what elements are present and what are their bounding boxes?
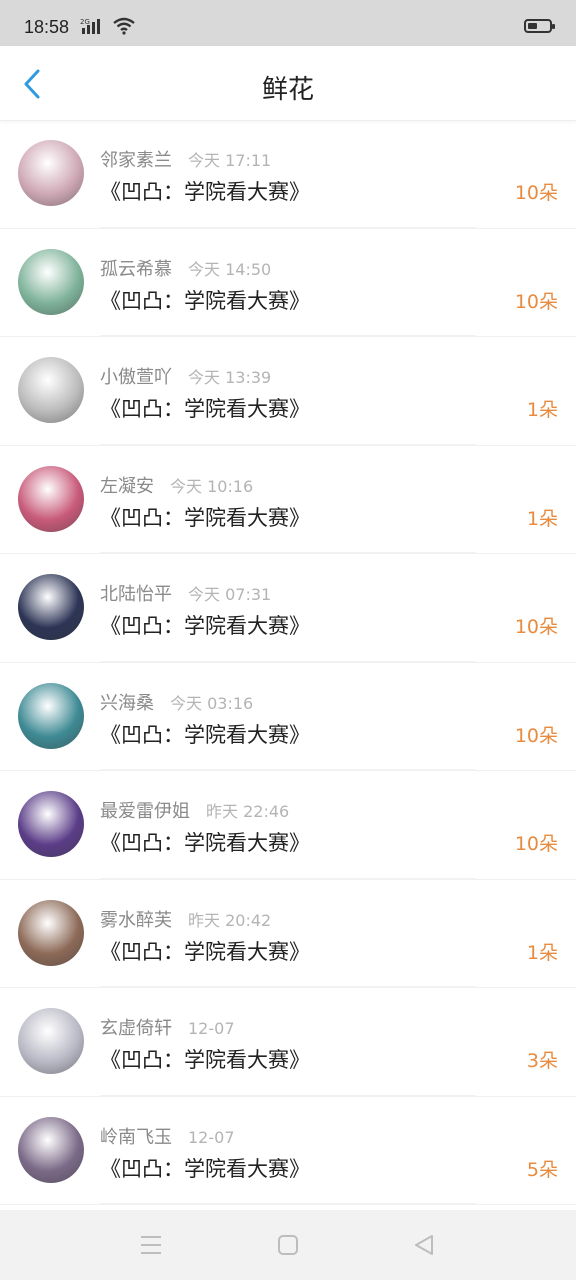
list-item[interactable]: 雾水醉芙 昨天 20:42 《凹凸：学院看大赛》 1朵 (0, 880, 576, 988)
list-item[interactable]: 北陆怡平 今天 07:31 《凹凸：学院看大赛》 10朵 (0, 554, 576, 663)
timestamp: 12-07 (188, 1127, 235, 1147)
divider (100, 1203, 476, 1204)
list-item[interactable]: 邻家素兰 今天 17:11 《凹凸：学院看大赛》 10朵 (0, 120, 576, 229)
status-icons: 2G (80, 17, 136, 39)
user-name-line: 岭南飞玉 12-07 (100, 1123, 235, 1149)
list-item[interactable]: 小傲萱吖 今天 13:39 《凹凸：学院看大赛》 1朵 (0, 337, 576, 446)
work-title[interactable]: 《凹凸：学院看大赛》 (100, 176, 310, 206)
divider (100, 552, 476, 553)
avatar[interactable] (18, 140, 84, 206)
status-time: 18:58 (24, 17, 70, 37)
battery-icon (524, 19, 555, 33)
flower-count: 10朵 (514, 833, 558, 855)
avatar[interactable] (18, 791, 84, 857)
flower-count: 10朵 (514, 724, 558, 747)
home-icon[interactable] (275, 1232, 301, 1258)
work-title[interactable]: 《凹凸：学院看大赛》 (100, 502, 310, 532)
flower-count: 10朵 (514, 182, 558, 204)
work-title[interactable]: 《凹凸：学院看大赛》 (100, 719, 310, 749)
work-title[interactable]: 《凹凸：学院看大赛》 (100, 1153, 310, 1183)
wifi-icon (112, 16, 136, 40)
user-name[interactable]: 孤云希慕 (100, 259, 172, 280)
user-name-line: 雾水醉芙 昨天 20:42 (100, 906, 271, 932)
timestamp: 今天 14:50 (188, 259, 272, 279)
list-item[interactable]: 岭南飞玉 12-07 《凹凸：学院看大赛》 5朵 (0, 1097, 576, 1205)
work-title[interactable]: 《凹凸：学院看大赛》 (100, 285, 310, 315)
header: 鲜花 (0, 46, 576, 121)
list-item[interactable]: 孤云希慕 今天 14:50 《凹凸：学院看大赛》 10朵 (0, 229, 576, 337)
user-name[interactable]: 最爱雷伊姐 (100, 801, 190, 822)
flower-count: 10朵 (514, 616, 558, 638)
avatar[interactable] (18, 682, 84, 749)
page-title: 鲜花 (261, 75, 314, 105)
avatar[interactable] (18, 574, 84, 640)
flower-count: 1朵 (526, 399, 558, 421)
user-name-line: 北陆怡平 今天 07:31 (100, 580, 271, 606)
timestamp: 12-07 (188, 1019, 235, 1038)
avatar[interactable] (18, 1116, 84, 1183)
signal-icon: 2G (80, 16, 106, 40)
divider (100, 769, 476, 770)
list-item[interactable]: 玄虚倚轩 12-07 《凹凸：学院看大赛》 3朵 (0, 988, 576, 1097)
timestamp: 今天 07:31 (188, 585, 272, 604)
user-name[interactable]: 岭南飞玉 (100, 1127, 172, 1148)
avatar[interactable] (18, 899, 84, 966)
divider (100, 226, 476, 228)
timestamp: 今天 10:16 (170, 476, 254, 496)
timestamp: 今天 13:39 (188, 368, 272, 387)
timestamp: 今天 17:11 (188, 151, 272, 170)
avatar[interactable] (18, 248, 84, 315)
divider (100, 986, 476, 987)
user-name[interactable]: 小傲萱吖 (100, 367, 172, 388)
work-title[interactable]: 《凹凸：学院看大赛》 (100, 393, 310, 423)
system-nav-bar (0, 1210, 576, 1280)
user-name[interactable]: 邻家素兰 (100, 150, 172, 171)
work-title[interactable]: 《凹凸：学院看大赛》 (100, 936, 310, 966)
user-name-line: 孤云希慕 今天 14:50 (100, 255, 271, 281)
divider (100, 335, 476, 336)
user-name-line: 兴海桑 今天 03:16 (100, 689, 253, 715)
work-title[interactable]: 《凹凸：学院看大赛》 (100, 827, 310, 857)
battery-level (528, 23, 537, 29)
avatar[interactable] (18, 357, 84, 423)
flower-count: 3朵 (526, 1050, 558, 1072)
user-name[interactable]: 左凝安 (100, 476, 154, 497)
user-name-line: 小傲萱吖 今天 13:39 (100, 363, 271, 389)
user-name[interactable]: 雾水醉芙 (100, 910, 172, 931)
divider (100, 660, 476, 662)
back-nav-icon[interactable] (411, 1232, 437, 1258)
work-title[interactable]: 《凹凸：学院看大赛》 (100, 610, 310, 640)
flower-list: 邻家素兰 今天 17:11 《凹凸：学院看大赛》 10朵 孤云希慕 今天 14:50… (0, 120, 576, 1205)
timestamp: 昨天 22:46 (206, 802, 290, 821)
avatar[interactable] (18, 465, 84, 532)
user-name[interactable]: 兴海桑 (100, 693, 154, 714)
avatar[interactable] (18, 1008, 84, 1074)
user-name-line: 邻家素兰 今天 17:11 (100, 146, 271, 172)
flower-count: 1朵 (526, 941, 558, 964)
user-name[interactable]: 北陆怡平 (100, 584, 172, 605)
list-item[interactable]: 左凝安 今天 10:16 《凹凸：学院看大赛》 1朵 (0, 446, 576, 554)
flower-count: 5朵 (526, 1158, 558, 1181)
timestamp: 昨天 20:42 (188, 910, 272, 930)
list-item[interactable]: 兴海桑 今天 03:16 《凹凸：学院看大赛》 10朵 (0, 663, 576, 771)
flower-count: 10朵 (514, 290, 558, 313)
timestamp: 今天 03:16 (170, 693, 254, 713)
menu-icon[interactable] (138, 1232, 164, 1258)
work-title[interactable]: 《凹凸：学院看大赛》 (100, 1044, 310, 1074)
user-name-line: 玄虚倚轩 12-07 (100, 1014, 235, 1040)
divider (100, 443, 476, 445)
list-item[interactable]: 最爱雷伊姐 昨天 22:46 《凹凸：学院看大赛》 10朵 (0, 771, 576, 880)
divider (100, 1094, 476, 1096)
user-name-line: 最爱雷伊姐 昨天 22:46 (100, 797, 289, 823)
user-name-line: 左凝安 今天 10:16 (100, 472, 253, 498)
divider (100, 877, 476, 879)
user-name[interactable]: 玄虚倚轩 (100, 1018, 172, 1039)
status-bar: 18:58 2G (0, 0, 576, 46)
flower-count: 1朵 (526, 507, 558, 530)
network-type-label: 2G (80, 18, 90, 26)
